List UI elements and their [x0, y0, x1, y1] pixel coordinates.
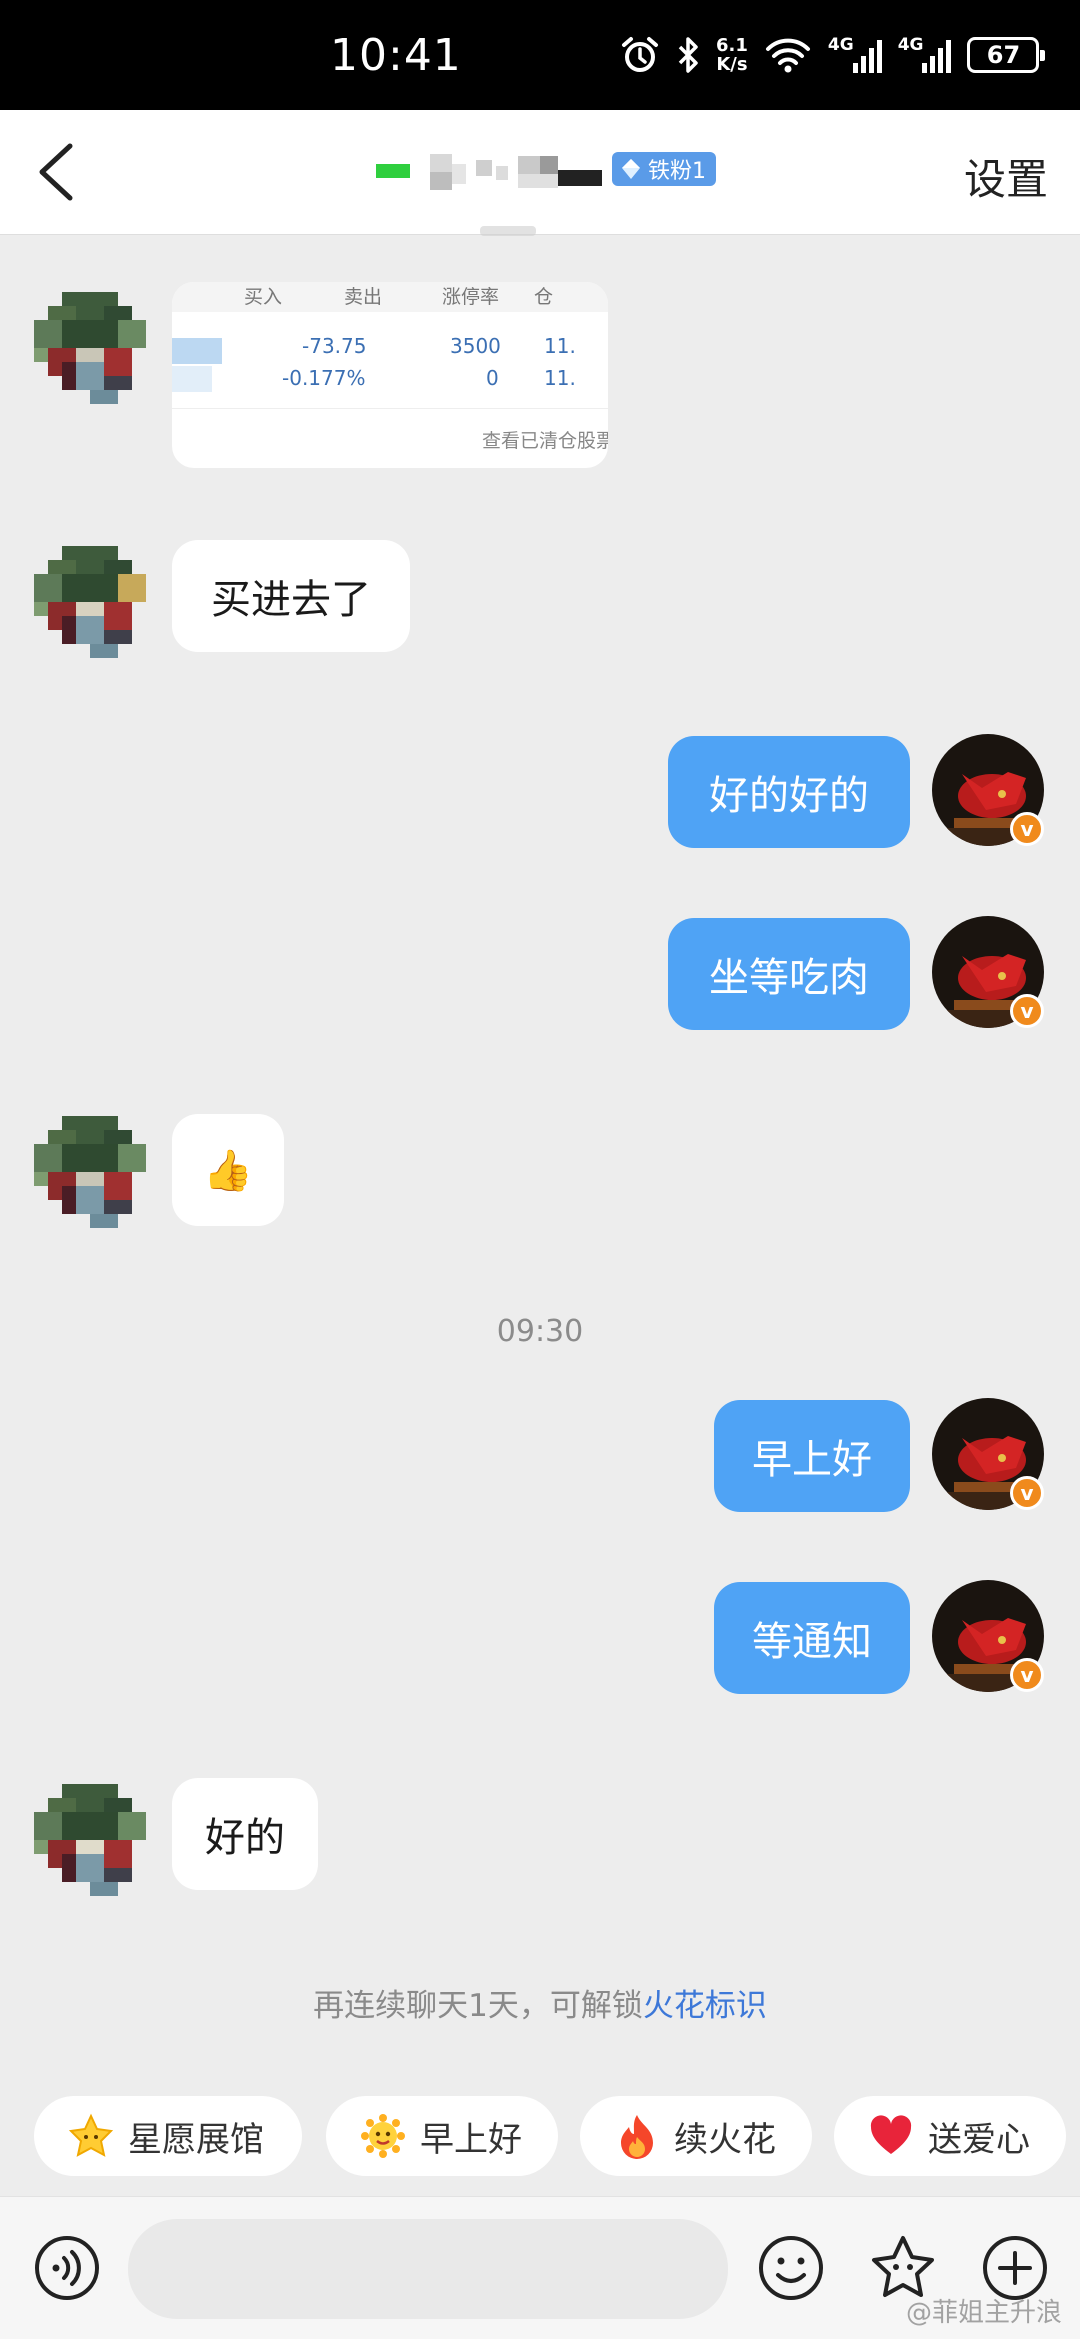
chevron-left-icon [39, 143, 73, 201]
my-avatar[interactable]: v [932, 1398, 1044, 1510]
scroll-remnant [480, 226, 536, 236]
net-speed: 6.1 K/s [716, 35, 748, 75]
time-separator: 09:30 [496, 1314, 584, 1349]
weibo-watermark: @菲姐主升浪 [905, 2298, 1062, 2328]
status-time: 10:41 [330, 30, 462, 81]
status-icons: 6.1 K/s 4G 4G 67 [620, 30, 1046, 80]
smiley-icon [759, 2236, 823, 2300]
contact-avatar[interactable] [34, 292, 146, 404]
message-bubble-out[interactable]: 好的好的 [668, 736, 910, 848]
message-bubble-in[interactable]: 👍 [172, 1114, 284, 1226]
voice-icon [35, 2236, 99, 2300]
signal-4g-icon: 4G [828, 35, 882, 73]
wifi-icon [764, 35, 812, 75]
star-face-icon [68, 2113, 114, 2159]
back-button[interactable] [30, 140, 90, 204]
message-bubble-in[interactable]: 买进去了 [172, 540, 410, 652]
message-bubble-out[interactable]: 早上好 [714, 1400, 910, 1512]
verified-v-icon: v [1010, 994, 1044, 1028]
chip-good-morning[interactable]: 早上好 [326, 2096, 558, 2176]
alarm-icon [620, 35, 660, 75]
quick-reply-chips: 星愿展馆 早上好 续火花 送爱心 [0, 2096, 1080, 2176]
chip-send-heart[interactable]: 送爱心 [834, 2096, 1066, 2176]
blurred-cell [172, 338, 222, 364]
message-bubble-out[interactable]: 等通知 [714, 1582, 910, 1694]
verified-v-icon: v [1010, 812, 1044, 846]
heart-icon [868, 2113, 914, 2159]
settings-button[interactable]: 设置 [964, 146, 1048, 207]
verified-v-icon: v [1010, 1476, 1044, 1510]
my-avatar[interactable]: v [932, 916, 1044, 1028]
contact-name-redacted [376, 150, 606, 196]
voice-button[interactable] [32, 2233, 102, 2303]
message-input[interactable] [128, 2219, 728, 2319]
my-avatar[interactable]: v [932, 734, 1044, 846]
fan-level-badge: 铁粉1 [612, 152, 716, 186]
card-footer-link[interactable]: 查看已清仓股票 [482, 426, 608, 453]
card-col-headers: 买入 卖出 涨停率 仓 [244, 286, 554, 308]
shared-portfolio-card[interactable]: 买入 卖出 涨停率 仓 -73.75 3500 11. -0.177% 0 11… [172, 282, 608, 468]
battery-indicator: 67 [967, 37, 1046, 73]
flame-icon [614, 2113, 660, 2159]
contact-avatar[interactable] [34, 1784, 146, 1896]
my-avatar[interactable]: v [932, 1580, 1044, 1692]
bluetooth-icon [676, 35, 700, 75]
blurred-cell [172, 366, 212, 392]
chip-continue-spark[interactable]: 续火花 [580, 2096, 812, 2176]
signal-4g-icon-2: 4G [898, 35, 952, 73]
fan-badge-label: 铁粉1 [648, 159, 706, 184]
chat-header: 铁粉1 设置 [0, 110, 1080, 235]
streak-hint: 再连续聊天1天，可解锁火花标识 [313, 1988, 767, 2024]
contact-avatar[interactable] [34, 546, 146, 658]
thumbs-up-icon: 👍 [203, 1147, 253, 1194]
contact-avatar[interactable] [34, 1116, 146, 1228]
status-bar: 10:41 6.1 K/s 4G 4G 67 [0, 0, 1080, 110]
input-bar: @菲姐主升浪 [0, 2196, 1080, 2339]
verified-v-icon: v [1010, 1658, 1044, 1692]
diamond-icon [622, 159, 640, 179]
spark-badge-link[interactable]: 火花标识 [643, 1988, 767, 2024]
message-bubble-out[interactable]: 坐等吃肉 [668, 918, 910, 1030]
sun-face-icon [360, 2113, 406, 2159]
message-bubble-in[interactable]: 好的 [172, 1778, 318, 1890]
chip-star-gallery[interactable]: 星愿展馆 [34, 2096, 302, 2176]
emoji-button[interactable] [756, 2233, 826, 2303]
